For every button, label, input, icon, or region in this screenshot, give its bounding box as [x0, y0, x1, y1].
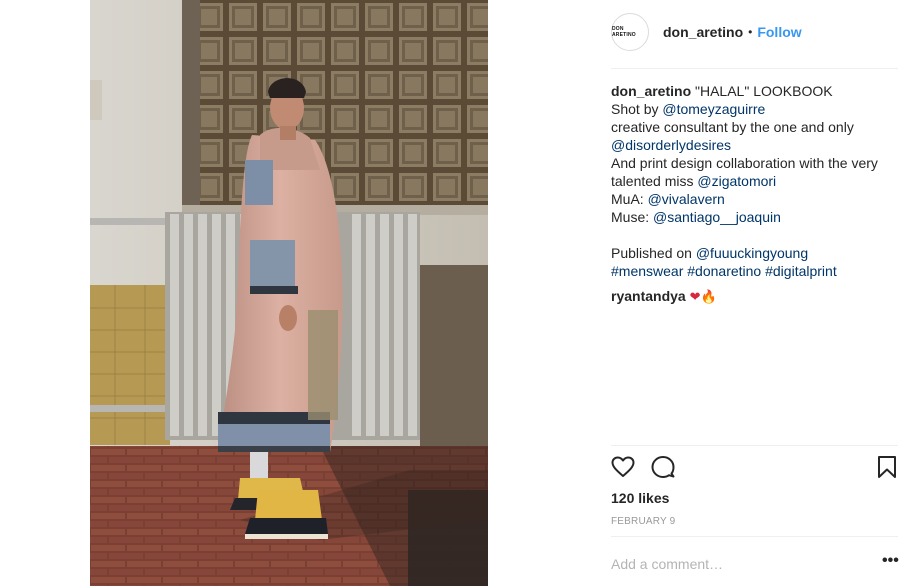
shot-by-label: Shot by	[611, 101, 663, 117]
muse-label: Muse:	[611, 209, 654, 225]
published-label: Published on	[611, 245, 696, 261]
hashtag-link[interactable]: #digitalprint	[765, 263, 837, 279]
bookmark-icon[interactable]	[877, 455, 897, 484]
mention-link[interactable]: @vivalavern	[648, 191, 725, 207]
mua-label: MuA:	[611, 191, 648, 207]
mention-link[interactable]: @tomeyzaguirre	[662, 101, 765, 117]
post-date[interactable]: FEBRUARY 9	[611, 516, 675, 527]
divider	[611, 68, 898, 69]
post-header: DON ARETINO don_aretino • Follow	[611, 12, 898, 52]
mention-link[interactable]: @fuuuckingyoung	[696, 245, 808, 261]
post-caption: don_aretino "HALAL" LOOKBOOK Shot by @to…	[611, 82, 898, 280]
post-photo-image	[90, 0, 488, 586]
fire-emoji: 🔥	[700, 290, 717, 305]
action-bar	[611, 455, 898, 483]
post-photo[interactable]	[90, 0, 488, 586]
hashtag-link[interactable]: #donaretino	[687, 263, 761, 279]
add-comment-input[interactable]	[611, 553, 851, 575]
divider	[611, 536, 898, 537]
heart-outline-icon[interactable]	[611, 455, 635, 484]
divider	[611, 445, 898, 446]
comment-item: ryantandya ❤🔥	[611, 287, 717, 307]
hashtag-link[interactable]: #menswear	[611, 263, 683, 279]
heart-emoji: ❤	[689, 290, 701, 305]
caption-title: "HALAL" LOOKBOOK	[691, 83, 833, 99]
collab-text-2: talented miss	[611, 173, 698, 189]
separator-dot: •	[748, 25, 753, 39]
post-panel: DON ARETINO don_aretino • Follow don_are…	[611, 0, 899, 586]
avatar[interactable]: DON ARETINO	[611, 13, 649, 51]
likes-count[interactable]: 120 likes	[611, 490, 669, 506]
comment-username[interactable]: ryantandya	[611, 288, 686, 304]
mention-link[interactable]: @disorderlydesires	[611, 137, 731, 153]
consultant-text: creative consultant by the one and only	[611, 119, 854, 135]
mention-link[interactable]: @santiago__joaquin	[653, 209, 781, 225]
mention-link[interactable]: @zigatomori	[697, 173, 776, 189]
avatar-text: DON ARETINO	[612, 26, 636, 38]
username-link[interactable]: don_aretino	[663, 24, 743, 40]
collab-text: And print design collaboration with the …	[611, 155, 878, 171]
caption-username[interactable]: don_aretino	[611, 83, 691, 99]
follow-button[interactable]: Follow	[757, 24, 801, 40]
speech-bubble-icon[interactable]	[651, 455, 675, 484]
more-options-button[interactable]: •••	[882, 553, 899, 569]
